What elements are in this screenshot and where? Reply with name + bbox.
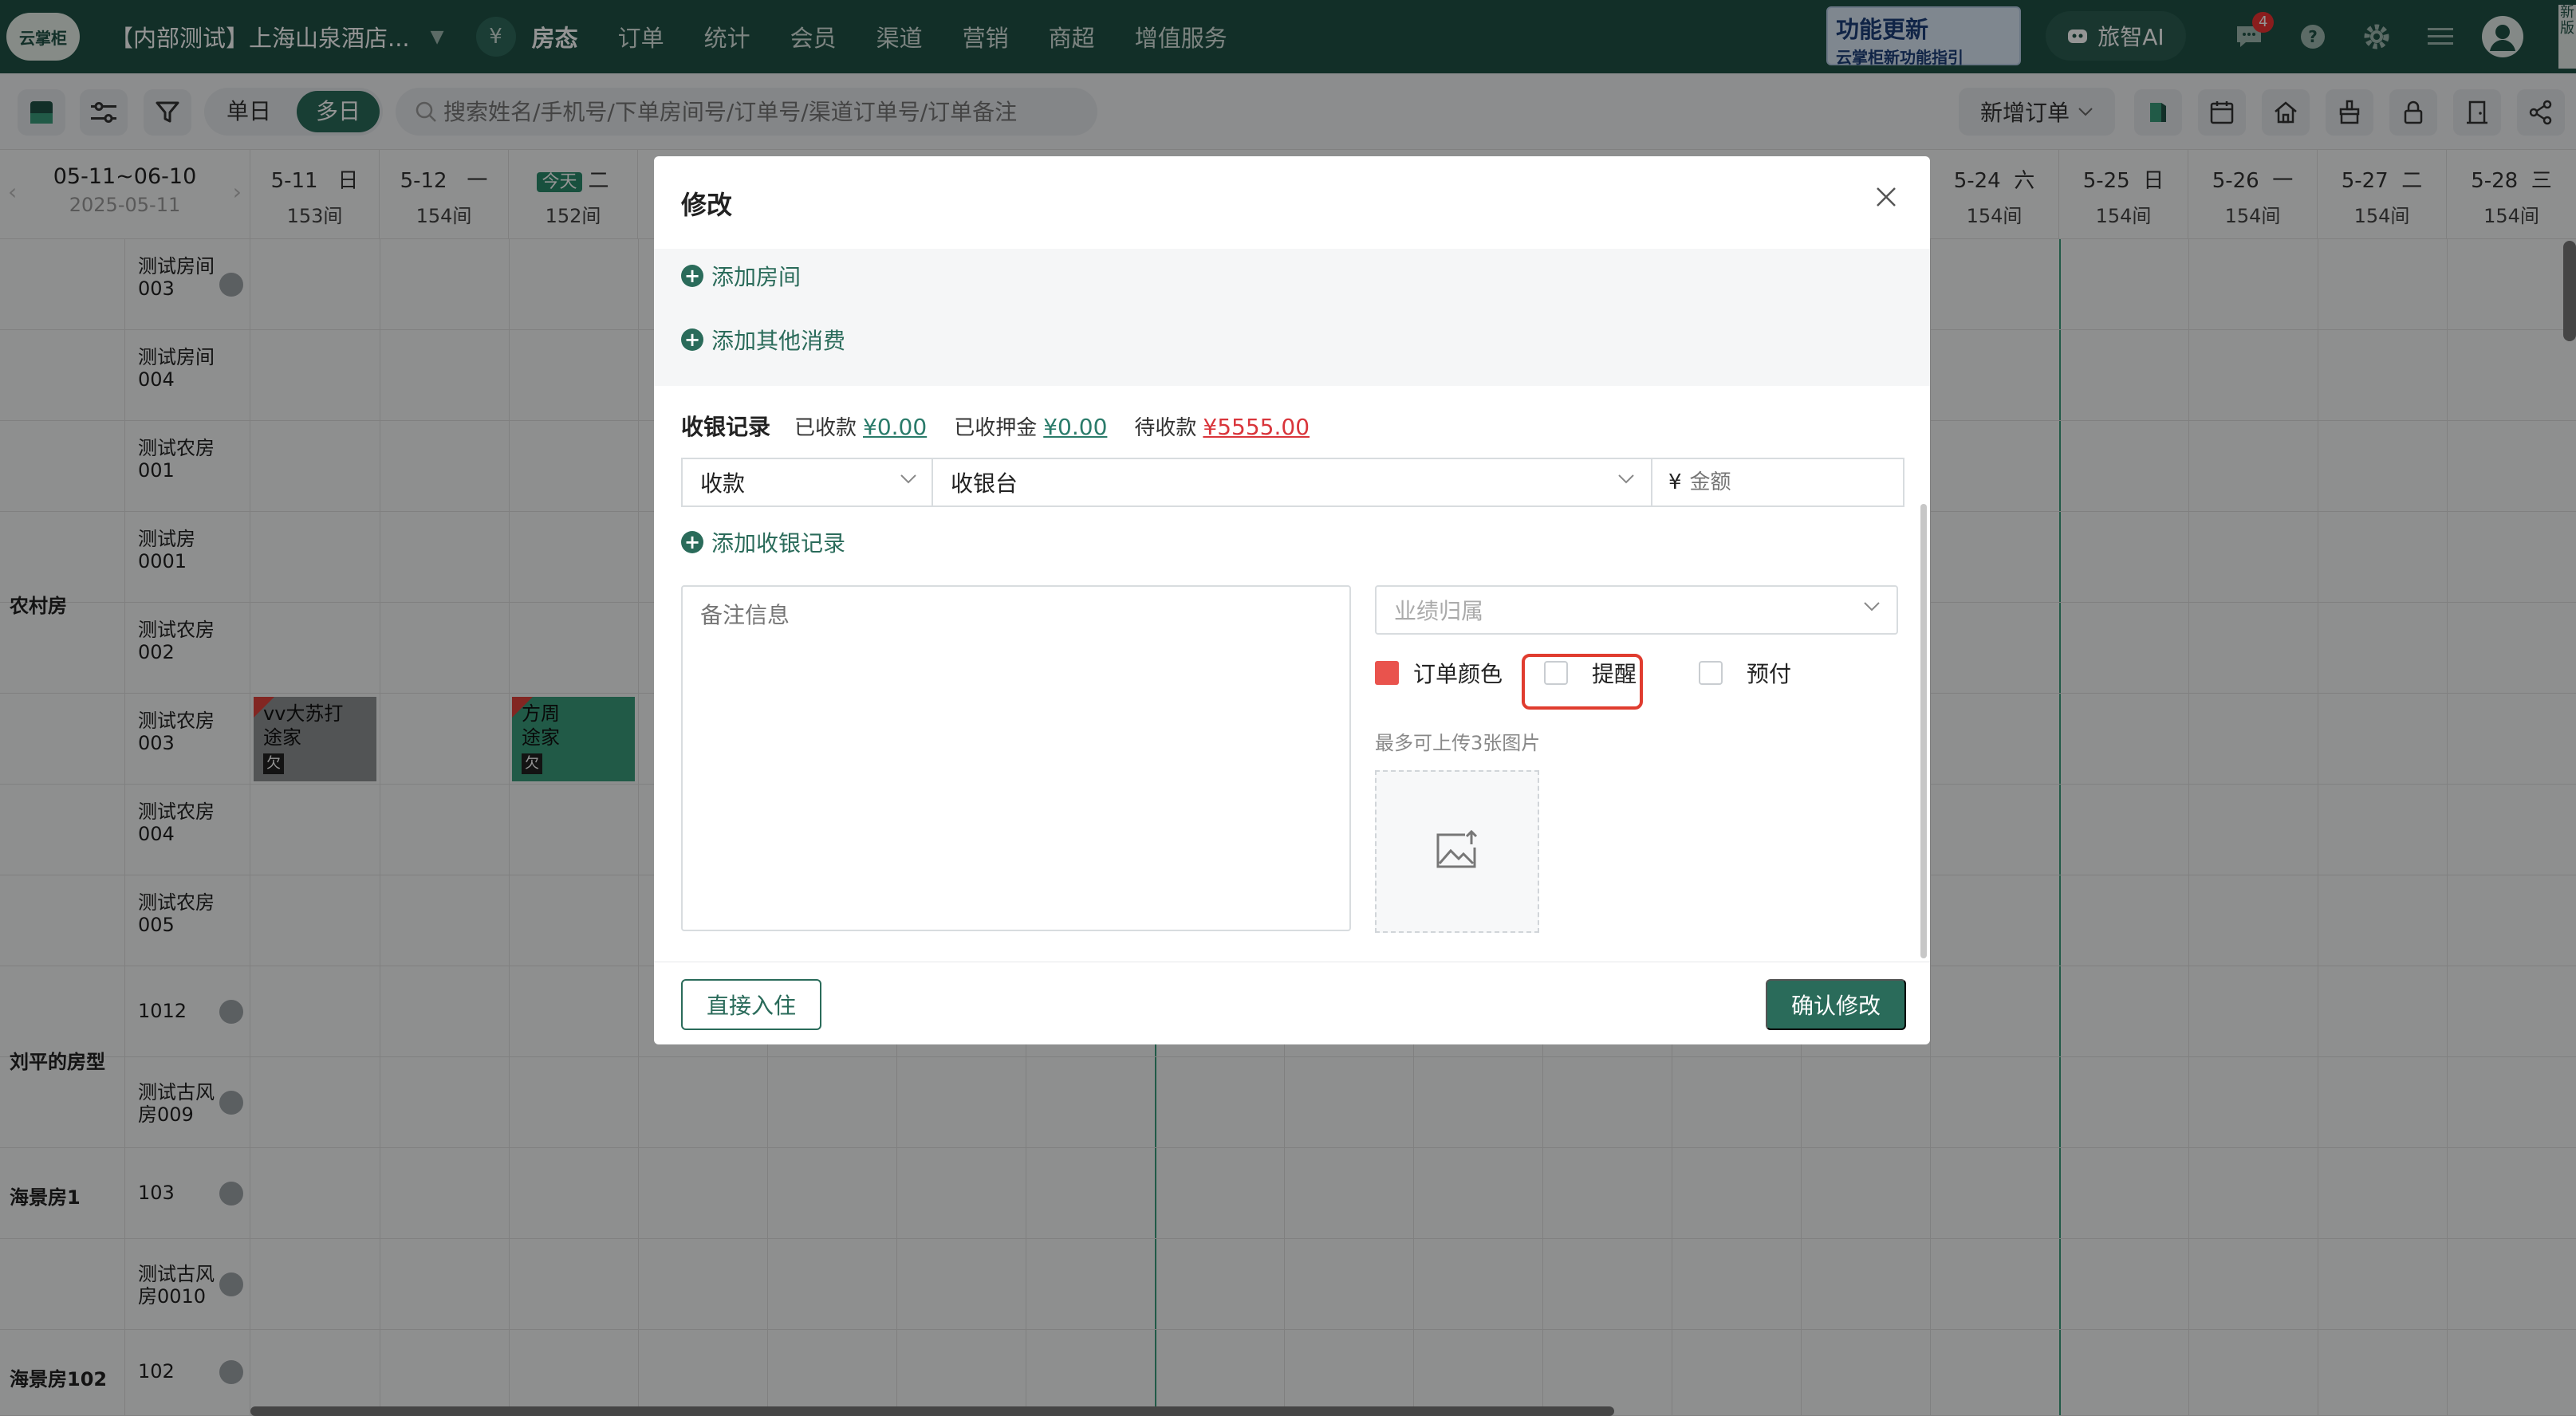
- prepay-label: 预付: [1747, 661, 1792, 687]
- cash-title: 收银记录: [681, 414, 771, 440]
- pending-label: 待收款: [1134, 416, 1197, 440]
- plus-circle-icon: +: [681, 328, 703, 351]
- prepay-checkbox[interactable]: [1699, 661, 1723, 685]
- close-button[interactable]: [1874, 185, 1898, 209]
- add-cash-record-link[interactable]: + 添加收银记录: [681, 526, 845, 558]
- pending-value[interactable]: ¥5555.00: [1203, 414, 1310, 440]
- confirm-edit-button[interactable]: 确认修改: [1766, 979, 1906, 1030]
- remind-highlight: [1522, 654, 1643, 710]
- plus-circle-icon: +: [681, 265, 703, 287]
- payment-type-select[interactable]: 收款: [681, 458, 935, 507]
- order-color-label: 订单颜色: [1413, 661, 1503, 687]
- add-cash-label: 添加收银记录: [711, 530, 846, 557]
- deposit-value[interactable]: ¥0.00: [1043, 414, 1107, 440]
- chevron-down-icon: [1863, 601, 1881, 612]
- payment-type-value: 收款: [700, 470, 746, 497]
- modal-scrollbar[interactable]: [1920, 504, 1927, 958]
- performance-placeholder: 业绩归属: [1394, 598, 1484, 624]
- edit-order-modal: 修改 + 添加房间 + 添加其他消费 收银记录 已收款 ¥0.00 已收押金 ¥…: [654, 156, 1930, 1044]
- amount-field: ¥: [1651, 458, 1904, 507]
- add-other-consumption-link[interactable]: + 添加其他消费: [681, 324, 845, 356]
- add-room-label: 添加房间: [711, 264, 802, 290]
- received-value[interactable]: ¥0.00: [863, 414, 927, 440]
- upload-hint: 最多可上传3张图片: [1375, 732, 1541, 754]
- remark-textarea[interactable]: [681, 585, 1351, 931]
- received-label: 已收款: [794, 416, 857, 440]
- amount-input[interactable]: [1689, 470, 1881, 494]
- cash-summary: 收银记录 已收款 ¥0.00 已收押金 ¥0.00 待收款 ¥5555.00: [681, 410, 1337, 442]
- payment-channel-select[interactable]: 收银台: [932, 458, 1652, 507]
- direct-checkin-button[interactable]: 直接入住: [681, 979, 821, 1030]
- add-items-section: [654, 249, 1930, 386]
- add-room-link[interactable]: + 添加房间: [681, 260, 801, 292]
- currency-symbol: ¥: [1668, 470, 1682, 494]
- performance-select[interactable]: 业绩归属: [1375, 585, 1898, 635]
- modal-title: 修改: [681, 190, 733, 220]
- chevron-down-icon: [900, 474, 917, 485]
- deposit-label: 已收押金: [954, 416, 1038, 440]
- add-other-label: 添加其他消费: [711, 328, 846, 354]
- close-icon: [1874, 185, 1898, 209]
- chevron-down-icon: [1617, 474, 1635, 485]
- image-upload-icon: [1433, 830, 1481, 873]
- order-color-swatch[interactable]: [1375, 661, 1399, 685]
- plus-circle-icon: +: [681, 531, 703, 553]
- payment-channel-value: 收银台: [951, 470, 1018, 497]
- image-upload-button[interactable]: [1375, 770, 1539, 933]
